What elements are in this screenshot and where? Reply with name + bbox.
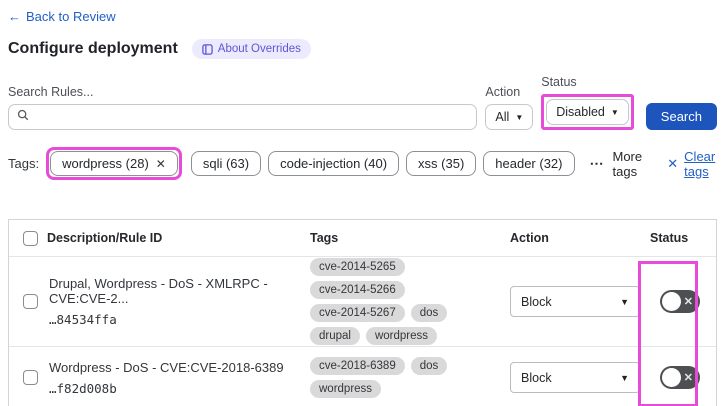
- back-arrow-icon: ←: [8, 9, 21, 24]
- row-checkbox[interactable]: [23, 294, 38, 309]
- status-select[interactable]: Disabled ▼: [546, 99, 629, 125]
- rule-id: …84534ffa: [49, 312, 117, 327]
- tag-xss[interactable]: xss (35): [406, 151, 477, 176]
- row-action-value: Block: [521, 294, 552, 309]
- book-icon: [202, 43, 213, 55]
- row-action-select[interactable]: Block ▼: [510, 286, 640, 317]
- chevron-down-icon: ▼: [620, 372, 629, 383]
- search-rules-input[interactable]: [35, 109, 469, 125]
- rule-tag: wordpress: [365, 327, 438, 345]
- toggle-x-icon: ✕: [683, 296, 693, 308]
- chevron-down-icon: ▼: [620, 296, 629, 307]
- status-select-value: Disabled: [556, 105, 605, 119]
- title-row: Configure deployment About Overrides: [8, 39, 717, 59]
- more-tags-button[interactable]: ⋯ More tags: [590, 149, 643, 179]
- chevron-down-icon: ▼: [610, 107, 619, 117]
- row-checkbox[interactable]: [23, 370, 38, 385]
- remove-tag-icon[interactable]: ✕: [156, 157, 166, 171]
- search-icon: [17, 108, 29, 126]
- rule-tag: cve-2014-5267: [310, 304, 405, 322]
- tag-code-injection[interactable]: code-injection (40): [268, 151, 400, 176]
- search-rules-label: Search Rules...: [8, 85, 94, 99]
- rule-tag: dos: [410, 357, 448, 375]
- selected-tag-highlight: wordpress (28) ✕: [46, 147, 182, 180]
- tag-sqli[interactable]: sqli (63): [190, 151, 262, 176]
- tag-wordpress[interactable]: wordpress (28) ✕: [50, 151, 178, 176]
- table-header-row: Description/Rule ID Tags Action Status: [9, 220, 716, 257]
- about-overrides-label: About Overrides: [217, 43, 301, 55]
- table-row: Drupal, Wordpress - DoS - XMLRPC - CVE:C…: [9, 257, 716, 347]
- rule-tag: drupal: [310, 327, 360, 345]
- select-all-checkbox[interactable]: [23, 230, 38, 246]
- rule-tag: wordpress: [310, 380, 382, 398]
- ellipsis-icon: ⋯: [589, 155, 605, 171]
- rule-tag: dos: [410, 304, 448, 322]
- tag-header-label: header (32): [495, 156, 563, 171]
- status-filter-highlight: Disabled ▼: [541, 94, 634, 130]
- row-action-select[interactable]: Block ▼: [510, 362, 640, 393]
- tag-xss-label: xss (35): [418, 156, 465, 171]
- rule-description: Wordpress - DoS - CVE:CVE-2018-6389: [49, 359, 284, 375]
- clear-tags-label: Clear tags: [684, 148, 716, 179]
- clear-tags-button[interactable]: ✕ Clear tags: [667, 149, 717, 179]
- search-button[interactable]: Search: [645, 103, 717, 130]
- table-row: Wordpress - DoS - CVE:CVE-2018-6389 …f82…: [9, 347, 716, 406]
- tag-wordpress-label: wordpress (28): [62, 156, 149, 171]
- rule-tag: cve-2014-5265: [310, 258, 405, 276]
- rules-table: Description/Rule ID Tags Action Status D…: [8, 219, 717, 406]
- toggle-x-icon: ✕: [683, 372, 693, 384]
- clear-tags-x-icon: ✕: [667, 155, 679, 171]
- col-action: Action: [510, 231, 549, 245]
- back-link-label: Back to Review: [26, 9, 116, 24]
- col-description: Description/Rule ID: [47, 231, 163, 245]
- action-select-value: All: [495, 110, 510, 124]
- rule-tag: cve-2014-5266: [310, 281, 405, 299]
- action-select[interactable]: All ▼: [485, 104, 534, 130]
- search-rules-group: Search Rules...: [8, 85, 478, 130]
- filter-area: Search Rules... Action All ▼ Status Disa…: [8, 75, 717, 130]
- status-toggle-off[interactable]: ✕: [660, 290, 700, 313]
- action-label: Action: [485, 85, 521, 99]
- rule-id: …f82d008b: [49, 380, 117, 396]
- rule-tag: cve-2018-6389: [310, 357, 405, 375]
- toggle-knob: [662, 368, 681, 387]
- row-action-value: Block: [521, 370, 552, 385]
- tags-bar: Tags: wordpress (28) ✕ sqli (63) code-in…: [8, 147, 717, 180]
- tag-header[interactable]: header (32): [483, 151, 575, 176]
- status-filter-group: Status Disabled ▼: [541, 75, 634, 130]
- rule-description: Drupal, Wordpress - DoS - XMLRPC - CVE:C…: [49, 276, 268, 306]
- tag-code-injection-label: code-injection (40): [280, 156, 388, 171]
- back-to-review-link[interactable]: ← Back to Review: [8, 9, 116, 24]
- tags-label: Tags:: [8, 156, 40, 171]
- more-tags-label: More tags: [612, 148, 643, 179]
- chevron-down-icon: ▼: [515, 112, 524, 122]
- status-label: Status: [541, 75, 577, 89]
- rule-tags: cve-2014-5265 cve-2014-5266 cve-2014-526…: [304, 258, 504, 345]
- status-toggle-off[interactable]: ✕: [660, 366, 700, 389]
- col-status: Status: [650, 231, 689, 245]
- configure-deployment-page: ← Back to Review Configure deployment Ab…: [0, 0, 725, 406]
- rule-tags: cve-2018-6389 dos wordpress: [304, 357, 504, 398]
- about-overrides-badge[interactable]: About Overrides: [191, 39, 311, 59]
- col-tags: Tags: [310, 231, 339, 245]
- page-title: Configure deployment: [8, 40, 178, 57]
- search-rules-box: [8, 104, 478, 130]
- action-filter-group: Action All ▼: [485, 85, 534, 130]
- tag-sqli-label: sqli (63): [202, 156, 250, 171]
- toggle-knob: [662, 292, 681, 311]
